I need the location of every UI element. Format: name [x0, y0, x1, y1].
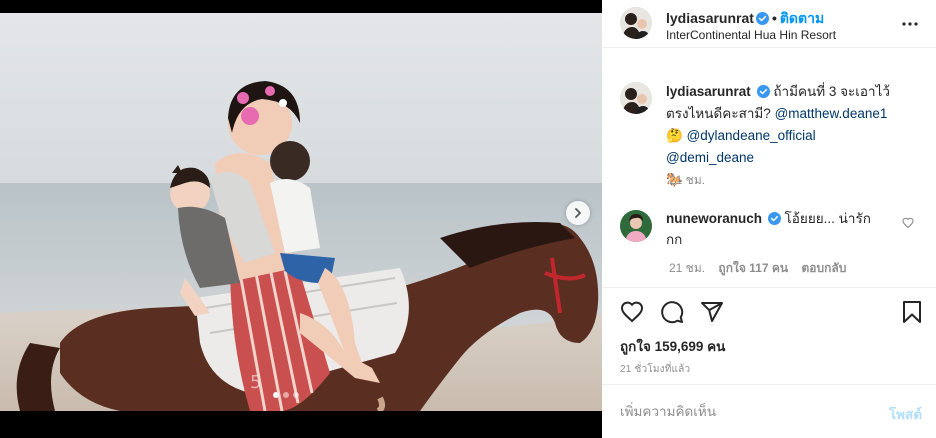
save-button[interactable] — [900, 300, 924, 324]
carousel-dot — [283, 392, 289, 398]
author-username[interactable]: lydiasarunrat — [666, 10, 754, 26]
comment-username[interactable]: nuneworanuch — [666, 211, 762, 226]
heart-icon — [620, 301, 644, 323]
mention-link[interactable]: @matthew.deane1 — [775, 106, 888, 121]
svg-text:5: 5 — [250, 372, 261, 393]
verified-badge-icon — [756, 85, 770, 98]
share-button[interactable] — [700, 300, 724, 324]
comment-input[interactable] — [620, 401, 870, 421]
carousel-dot — [293, 392, 299, 398]
post-comment-button[interactable]: โพสต์ — [889, 403, 922, 425]
caption-username[interactable]: lydiasarunrat — [666, 84, 751, 99]
separator-dot: • — [771, 10, 777, 26]
emoji: 🤔 — [666, 128, 683, 143]
like-button[interactable] — [620, 300, 644, 324]
caption-avatar[interactable] — [620, 82, 652, 114]
heart-icon — [902, 217, 914, 229]
comment-icon — [661, 301, 684, 324]
verified-badge-icon — [767, 212, 781, 225]
carousel-dots — [273, 392, 299, 398]
more-options-button[interactable] — [900, 14, 920, 34]
comments-section: lydiasarunrat ถ้ามีคนที่ 3 จะเอาไว้ตรงไห… — [602, 48, 936, 286]
commenter-avatar[interactable] — [620, 210, 652, 242]
post-photo[interactable]: 5 — [0, 13, 602, 411]
photo-panel: 5 — [0, 0, 602, 438]
comment-button[interactable] — [660, 300, 684, 324]
comment-like-button[interactable] — [902, 216, 914, 234]
carousel-dot — [273, 392, 279, 398]
post-location[interactable]: InterContinental Hua Hin Resort — [666, 28, 836, 42]
comment-likes[interactable]: ถูกใจ 117 คน — [718, 261, 788, 275]
mention-link[interactable]: @demi_deane — [666, 150, 754, 165]
follow-button[interactable]: ติดตาม — [780, 10, 824, 26]
author-avatar[interactable] — [620, 7, 652, 39]
post-header: lydiasarunrat • ติดตาม InterContinental H… — [602, 0, 936, 48]
comment-timestamp[interactable]: 21 ชม. — [669, 261, 705, 275]
next-arrow-icon — [575, 208, 581, 218]
post-time-ago[interactable]: 21 ชั่วโมงที่แล้ว — [620, 362, 690, 377]
share-icon — [701, 302, 723, 322]
carousel-next-button[interactable] — [566, 201, 590, 225]
actions-area: ถูกใจ 159,699 คน 21 ชั่วโมงที่แล้ว — [602, 287, 936, 375]
action-bar — [620, 300, 724, 324]
likes-count[interactable]: ถูกใจ 159,699 คน — [620, 335, 725, 357]
verified-badge-icon — [755, 12, 769, 25]
comment-meta: 21 ชม. ถูกใจ 117 คน ตอบกลับ — [669, 259, 856, 278]
reply-button[interactable]: ตอบกลับ — [801, 261, 846, 275]
bookmark-icon — [903, 301, 921, 323]
comment-item: nuneworanuch โอ้ยยย... น่ารักกก — [666, 208, 886, 250]
mention-link[interactable]: @dylandeane_official — [687, 128, 816, 143]
more-options-icon — [902, 22, 918, 26]
caption-timestamp[interactable]: 21 ชม. — [669, 171, 705, 190]
header-username-row: lydiasarunrat • ติดตาม — [666, 8, 824, 30]
add-comment-box: โพสต์ — [602, 384, 936, 438]
post-side-panel: lydiasarunrat • ติดตาม InterContinental H… — [602, 0, 936, 438]
